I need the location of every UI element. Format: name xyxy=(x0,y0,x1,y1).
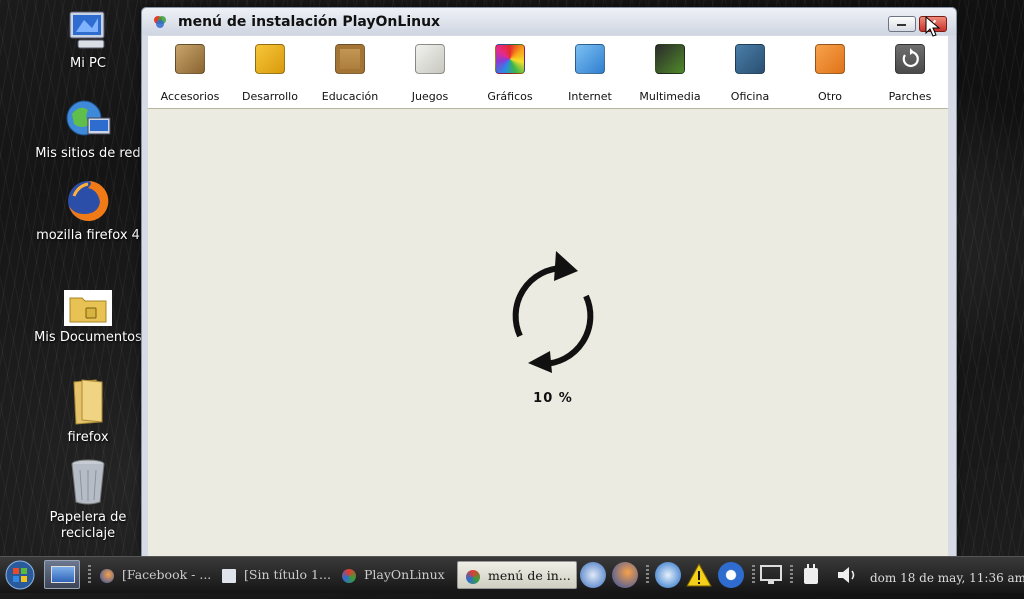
task-menu-de-instalacion[interactable]: menú de in... xyxy=(457,561,577,589)
window-title: menú de instalación PlayOnLinux xyxy=(178,14,441,30)
media-player-icon[interactable] xyxy=(580,562,606,588)
computer-icon xyxy=(69,11,105,49)
category-otro[interactable]: Otro xyxy=(790,36,870,108)
desktop-icon-label: mozilla firefox 4 xyxy=(36,228,140,243)
taskbar-grip[interactable] xyxy=(790,565,793,585)
show-desktop-button[interactable] xyxy=(44,560,80,589)
desktop-icon-papelera-de-reciclaje[interactable]: Papelera de reciclaje xyxy=(33,458,143,542)
category-multimedia[interactable]: Multimedia xyxy=(630,36,710,108)
desktop-icon-label: Papelera de reciclaje xyxy=(49,510,127,541)
film-music-icon xyxy=(655,44,685,74)
loading-refresh-icon xyxy=(512,251,594,373)
documents-folder-icon xyxy=(64,290,112,326)
desktop-icon-mozilla-firefox-4[interactable]: mozilla firefox 4 xyxy=(33,178,143,244)
firefox-icon[interactable] xyxy=(612,562,638,588)
desktop-icon-mis-documentos[interactable]: Mis Documentos xyxy=(33,290,143,346)
warning-icon[interactable] xyxy=(686,562,712,588)
desktop-icon-firefox[interactable]: firefox xyxy=(33,378,143,446)
network-status-icon[interactable] xyxy=(655,562,681,588)
desktop-icon-label: firefox xyxy=(67,430,109,445)
playonlinux-icon xyxy=(466,569,480,584)
chalkboard-icon xyxy=(335,44,365,74)
taskbar-grip[interactable] xyxy=(646,565,649,585)
firefox-icon xyxy=(100,568,114,583)
power-plug-icon[interactable] xyxy=(798,562,824,588)
category-educacion[interactable]: Educación xyxy=(310,36,390,108)
category-internet[interactable]: Internet xyxy=(550,36,630,108)
minimize-button[interactable] xyxy=(888,16,916,32)
taskbar-clock[interactable]: dom 18 de may, 11:36 am xyxy=(870,557,1024,593)
gears-icon xyxy=(815,44,845,74)
mouse-pointer-icon xyxy=(925,16,941,37)
desktop-icon-mi-pc[interactable]: Mi PC xyxy=(33,10,143,72)
network-icon xyxy=(575,44,605,74)
settings-wheel-icon[interactable] xyxy=(718,562,744,588)
progress-percent: 10 % xyxy=(533,391,573,406)
task-playonlinux[interactable]: PlayOnLinux xyxy=(342,561,454,589)
category-desarrollo[interactable]: Desarrollo xyxy=(230,36,310,108)
category-graficos[interactable]: Gráficos xyxy=(470,36,550,108)
loading-panel: 10 % xyxy=(148,109,948,557)
category-oficina[interactable]: Oficina xyxy=(710,36,790,108)
category-toolbar: Accesorios Desarrollo Educación Juegos G… xyxy=(148,36,948,109)
refresh-icon xyxy=(895,44,925,74)
desktop-icon-label: Mis Documentos xyxy=(34,330,142,345)
display-icon[interactable] xyxy=(758,562,784,588)
taskbar: [Facebook - ... [Sin título 1... PlayOnL… xyxy=(0,556,1024,593)
playonlinux-icon xyxy=(154,16,166,28)
taskbar-grip[interactable] xyxy=(752,565,755,585)
desktop-icon-label: Mis sitios de red xyxy=(35,146,141,161)
playonlinux-icon xyxy=(342,568,356,583)
recycle-bin-icon xyxy=(71,459,105,505)
window-titlebar[interactable]: menú de instalación PlayOnLinux xyxy=(142,8,956,35)
monitor-icon xyxy=(51,566,75,583)
construction-icon xyxy=(255,44,285,74)
calculator-icon xyxy=(175,44,205,74)
network-globe-icon xyxy=(66,100,111,136)
start-button-icon[interactable] xyxy=(4,560,36,590)
chart-icon xyxy=(735,44,765,74)
category-accesorios[interactable]: Accesorios xyxy=(150,36,230,108)
desktop-icon-label: Mi PC xyxy=(70,56,106,71)
volume-icon[interactable] xyxy=(834,562,860,588)
task-sin-titulo[interactable]: [Sin título 1... xyxy=(222,561,334,589)
playonlinux-install-window: menú de instalación PlayOnLinux Accesori… xyxy=(141,7,957,558)
category-juegos[interactable]: Juegos xyxy=(390,36,470,108)
color-wheel-icon xyxy=(495,44,525,74)
task-facebook[interactable]: [Facebook - ... xyxy=(100,561,212,589)
document-icon xyxy=(222,568,236,583)
firefox-icon xyxy=(68,180,109,221)
gamepad-icon xyxy=(415,44,445,74)
category-parches[interactable]: Parches xyxy=(870,36,950,108)
folder-icon xyxy=(73,379,103,425)
desktop-icon-mis-sitios-de-red[interactable]: Mis sitios de red xyxy=(33,98,143,162)
taskbar-grip[interactable] xyxy=(88,565,91,585)
